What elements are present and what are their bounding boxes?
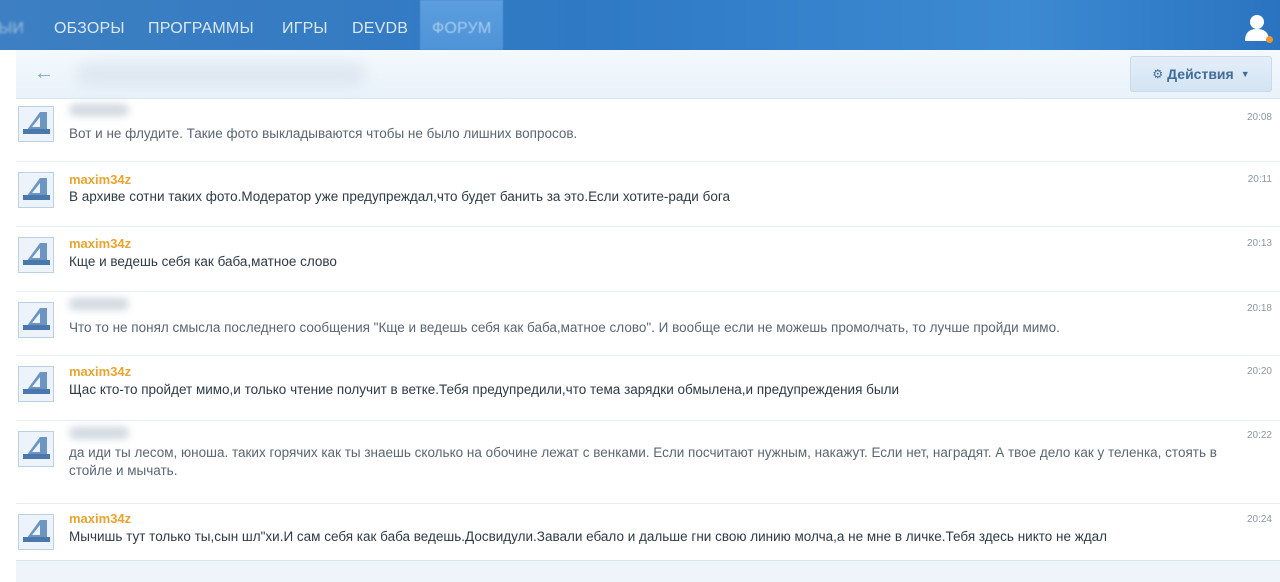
nav-item-programs[interactable]: ПРОГРАММЫ [148, 0, 254, 50]
divider [16, 161, 1280, 162]
site-logo-icon [19, 173, 53, 207]
site-logo-icon [19, 303, 53, 337]
site-logo-icon [19, 367, 53, 401]
author-name[interactable]: maxim34z [69, 172, 131, 187]
author-name-redacted [69, 298, 129, 310]
nav-item-devdb[interactable]: DEVDB [352, 0, 408, 50]
divider [16, 355, 1280, 356]
message-time: 20:11 [1247, 174, 1272, 185]
divider [16, 291, 1280, 292]
message-text: да иди ты лесом, юноша. таких горячих ка… [69, 445, 1217, 478]
message-time: 20:24 [1246, 514, 1272, 525]
composer-bar[interactable] [16, 560, 1280, 582]
divider [16, 420, 1280, 421]
message-text: В архиве сотни таких фото.Модератор уже … [69, 189, 730, 204]
nav-item-forum[interactable]: ФОРУМ [420, 0, 504, 50]
divider [16, 226, 1280, 227]
message-time: 20:13 [1246, 238, 1272, 249]
divider [16, 503, 1280, 504]
author-name[interactable]: maxim34z [69, 511, 131, 526]
avatar[interactable] [18, 514, 54, 550]
avatar[interactable] [18, 302, 54, 338]
site-logo-icon [19, 515, 53, 549]
nav-item-partial[interactable]: ЫИ [0, 0, 24, 50]
actions-button[interactable]: ⚙ Действия ▼ [1130, 56, 1272, 92]
site-logo-icon [19, 238, 53, 272]
message-text: Кще и ведешь себя как баба,матное слово [69, 254, 337, 269]
thread-toolbar: ← ⚙ Действия ▼ [16, 50, 1280, 99]
avatar[interactable] [18, 172, 54, 208]
actions-label: Действия [1167, 66, 1234, 82]
author-name[interactable]: maxim34z [69, 236, 131, 251]
avatar[interactable] [18, 106, 54, 142]
message-text: Щас кто-то пройдет мимо,и только чтение … [69, 382, 899, 397]
author-name-redacted [69, 427, 129, 439]
back-arrow-icon[interactable]: ← [34, 62, 54, 84]
message-text: Мычишь тут только ты,сын шл"хи.И сам себ… [69, 529, 1108, 544]
caret-down-icon: ▼ [1240, 69, 1250, 79]
author-name-redacted [69, 104, 129, 116]
thread-title-redacted [76, 62, 366, 88]
message-time: 20:22 [1246, 430, 1272, 441]
notification-dot [1266, 36, 1273, 43]
message-time: 20:18 [1246, 303, 1272, 314]
message-time: 20:08 [1246, 112, 1272, 123]
top-nav: ЫИ ОБЗОРЫ ПРОГРАММЫ ИГРЫ DEVDB ФОРУМ [0, 0, 1280, 50]
message-time: 20:20 [1246, 366, 1272, 377]
gear-icon: ⚙ [1152, 67, 1164, 81]
author-name[interactable]: maxim34z [69, 364, 131, 379]
nav-item-reviews[interactable]: ОБЗОРЫ [54, 0, 125, 50]
avatar[interactable] [18, 237, 54, 273]
nav-item-games[interactable]: ИГРЫ [282, 0, 328, 50]
message-text: Вот и не флудите. Такие фото выкладывают… [69, 126, 578, 141]
message-text: Что то не понял смысла последнего сообще… [69, 320, 1060, 335]
site-logo-icon [19, 107, 53, 141]
site-logo-icon [19, 432, 53, 466]
avatar[interactable] [18, 366, 54, 402]
avatar[interactable] [18, 431, 54, 467]
